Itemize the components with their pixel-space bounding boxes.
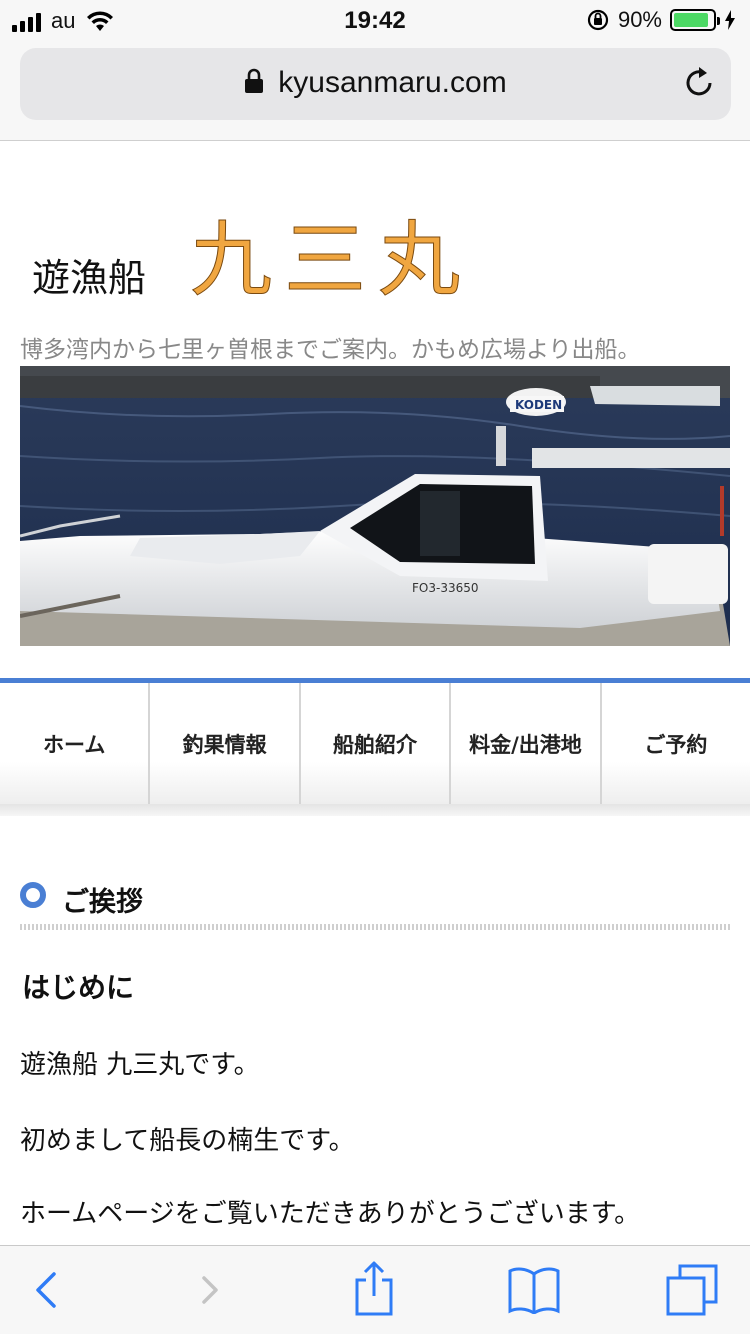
battery-fill — [674, 13, 709, 27]
nav-item-catch-report[interactable]: 釣果情報 — [150, 683, 301, 804]
nav-item-reservation[interactable]: ご予約 — [601, 683, 750, 804]
site-tagline: 博多湾内から七里ヶ曽根までご案内。かもめ広場より出船。 — [20, 337, 641, 363]
share-icon[interactable] — [352, 1260, 396, 1316]
site-header: 遊漁船 九三丸 — [0, 141, 750, 361]
nav-item-home[interactable]: ホーム — [0, 683, 151, 804]
section-divider — [20, 924, 730, 930]
battery-percent: 90% — [617, 7, 662, 32]
brand-name[interactable]: 九三丸 — [189, 193, 472, 312]
forward-icon[interactable] — [196, 1266, 226, 1314]
address-bar[interactable]: kyusanmaru.com — [20, 48, 731, 120]
bookmarks-icon[interactable] — [506, 1266, 562, 1314]
main-nav: ホーム 釣果情報 船舶紹介 料金/出港地 ご予約 — [0, 678, 750, 818]
tabs-icon[interactable] — [666, 1264, 720, 1316]
nav-item-pricing[interactable]: 料金/出港地 — [451, 683, 602, 804]
paragraph-3: ホームページをご覧いただきありがとうございます。 — [20, 1199, 641, 1229]
reload-icon[interactable] — [683, 64, 717, 100]
nav-item-boat-info[interactable]: 船舶紹介 — [300, 683, 452, 804]
nav-shadow — [0, 804, 750, 816]
hull-registration: FO3-33650 — [412, 581, 479, 595]
section-header: ご挨拶 — [20, 876, 730, 932]
section-title: ご挨拶 — [62, 887, 143, 918]
charging-icon — [725, 10, 735, 30]
circle-bullet-icon — [20, 882, 46, 908]
brand-prefix: 遊漁船 — [32, 256, 147, 300]
nav-tabs: ホーム 釣果情報 船舶紹介 料金/出港地 ご予約 — [0, 683, 750, 804]
content-subheading: はじめに — [22, 971, 135, 1004]
radar-label: KODEN — [515, 398, 562, 412]
paragraph-2: 初めまして船長の楠生です。 — [20, 1126, 355, 1156]
boat-photo: KODEN FO3-33650 — [20, 366, 730, 646]
browser-address-area: kyusanmaru.com — [0, 40, 750, 141]
browser-toolbar — [0, 1245, 750, 1334]
paragraph-1: 遊漁船 九三丸です。 — [20, 1050, 260, 1080]
status-bar: au 19:42 90% — [0, 0, 750, 40]
status-right: 90% — [586, 7, 736, 33]
back-icon[interactable] — [30, 1266, 60, 1314]
orientation-lock-icon — [587, 9, 609, 31]
url-text: kyusanmaru.com — [278, 66, 507, 99]
address-display: kyusanmaru.com — [20, 66, 731, 100]
hero-image: KODEN FO3-33650 — [20, 366, 730, 646]
lock-icon — [245, 68, 264, 93]
battery-icon — [670, 9, 720, 31]
